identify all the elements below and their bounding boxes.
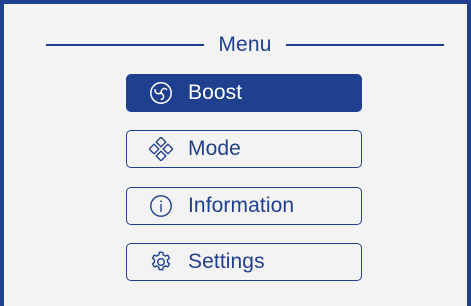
- boost-icon: [148, 80, 174, 106]
- menu-item-settings[interactable]: Settings: [126, 243, 362, 281]
- menu-screen: Menu Boost Mode Information Settings: [0, 0, 471, 306]
- menu-item-label: Information: [188, 194, 295, 217]
- menu-item-label: Settings: [188, 250, 265, 273]
- menu-title: Menu: [218, 33, 272, 56]
- menu-item-mode[interactable]: Mode: [126, 130, 362, 168]
- header-divider-right: [285, 44, 444, 46]
- menu-header: Menu: [46, 32, 444, 58]
- menu-item-boost[interactable]: Boost: [126, 74, 362, 112]
- menu-item-label: Mode: [188, 137, 241, 160]
- menu-item-label: Boost: [188, 81, 243, 104]
- gear-icon: [148, 249, 174, 275]
- menu-item-information[interactable]: Information: [126, 187, 362, 225]
- header-divider-left: [46, 44, 205, 46]
- mode-icon: [148, 136, 174, 162]
- info-icon: [148, 193, 174, 219]
